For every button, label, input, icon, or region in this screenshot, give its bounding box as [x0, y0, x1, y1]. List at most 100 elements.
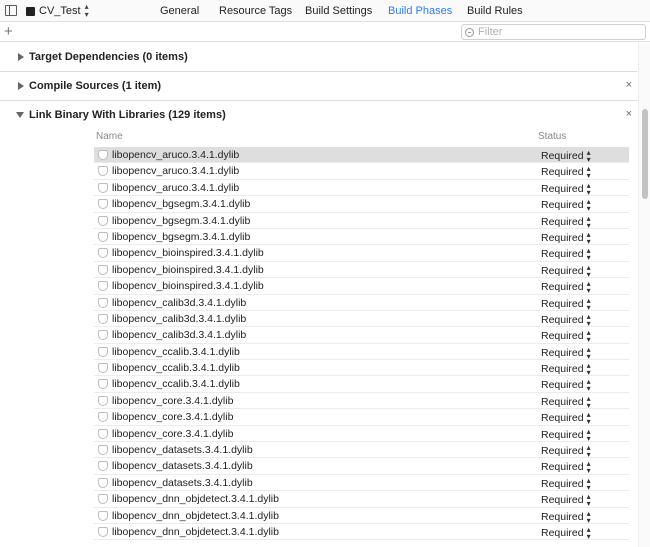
- table-row[interactable]: libopencv_bioinspired.3.4.1.dylib Require…: [94, 278, 629, 296]
- library-icon: [98, 477, 108, 488]
- table-row[interactable]: libopencv_aruco.3.4.1.dylib Required ▴ ▾: [94, 163, 629, 180]
- tab-general[interactable]: General: [160, 5, 199, 17]
- library-name: libopencv_calib3d.3.4.1.dylib: [112, 312, 247, 325]
- status-popup[interactable]: Required ▴ ▾: [541, 476, 591, 491]
- status-popup[interactable]: Required ▴ ▾: [541, 149, 591, 164]
- library-icon: [98, 395, 108, 406]
- table-row[interactable]: libopencv_datasets.3.4.1.dylib Required ▴ ▾: [94, 442, 629, 459]
- table-row[interactable]: libopencv_ccalib.3.4.1.dylib Required ▴ ▾: [94, 360, 629, 378]
- tab-resource-tags[interactable]: Resource Tags: [219, 5, 292, 17]
- scrollbar-thumb[interactable]: [642, 109, 648, 199]
- table-row[interactable]: libopencv_core.3.4.1.dylib Required ▴ ▾: [94, 409, 629, 426]
- library-icon: [98, 428, 108, 439]
- table-row[interactable]: libopencv_aruco.3.4.1.dylib Required ▴ ▾: [94, 147, 629, 164]
- status-popup[interactable]: Required ▴ ▾: [541, 328, 591, 345]
- chevron-updown-icon: ▴ ▾: [586, 328, 591, 345]
- library-icon: [98, 248, 108, 259]
- column-header-status[interactable]: Status: [538, 131, 566, 142]
- vertical-scrollbar[interactable]: [638, 43, 650, 547]
- library-icon: [98, 313, 108, 324]
- chevron-updown-icon: ▴ ▾: [586, 508, 591, 525]
- status-popup[interactable]: Required ▴ ▾: [541, 165, 591, 180]
- status-label: Required: [541, 281, 584, 294]
- table-row[interactable]: libopencv_core.3.4.1.dylib Required ▴ ▾: [94, 393, 629, 409]
- status-popup[interactable]: Required ▴ ▾: [541, 492, 591, 509]
- table-row[interactable]: libopencv_dnn_objdetect.3.4.1.dylib Requi…: [94, 508, 629, 524]
- disclosure-triangle-icon[interactable]: [18, 82, 24, 90]
- library-icon: [98, 199, 108, 210]
- status-popup[interactable]: Required ▴ ▾: [541, 411, 591, 426]
- table-row[interactable]: libopencv_bioinspired.3.4.1.dylib Require…: [94, 245, 629, 262]
- table-row[interactable]: libopencv_ccalib.3.4.1.dylib Required ▴ ▾: [94, 376, 629, 393]
- delete-phase-icon[interactable]: ×: [626, 108, 632, 120]
- library-name: libopencv_core.3.4.1.dylib: [112, 427, 234, 440]
- status-popup[interactable]: Required ▴ ▾: [541, 345, 591, 360]
- library-icon: [98, 379, 108, 390]
- status-label: Required: [541, 346, 584, 359]
- table-row[interactable]: libopencv_bgsegm.3.4.1.dylib Required ▴ ▾: [94, 229, 629, 245]
- status-popup[interactable]: Required ▴ ▾: [541, 247, 591, 262]
- library-name: libopencv_aruco.3.4.1.dylib: [112, 181, 240, 194]
- status-popup[interactable]: Required ▴ ▾: [541, 444, 591, 459]
- status-popup[interactable]: Required ▴ ▾: [541, 198, 591, 213]
- library-icon: [98, 182, 108, 193]
- table-row[interactable]: libopencv_core.3.4.1.dylib Required ▴ ▾: [94, 426, 629, 442]
- table-row[interactable]: libopencv_bgsegm.3.4.1.dylib Required ▴ ▾: [94, 213, 629, 229]
- table-row[interactable]: libopencv_calib3d.3.4.1.dylib Required ▴ ▾: [94, 311, 629, 327]
- status-popup[interactable]: Required ▴ ▾: [541, 394, 591, 409]
- library-name: libopencv_bioinspired.3.4.1.dylib: [112, 263, 264, 276]
- status-popup[interactable]: Required ▴ ▾: [541, 361, 591, 378]
- chevron-updown-icon: ▴ ▾: [586, 426, 591, 443]
- library-icon: [98, 346, 108, 357]
- filter-field[interactable]: [461, 24, 646, 40]
- disclosure-triangle-icon[interactable]: [16, 112, 24, 118]
- table-row[interactable]: libopencv_ccalib.3.4.1.dylib Required ▴ ▾: [94, 344, 629, 360]
- phase-header-target-dependencies[interactable]: Target Dependencies (0 items): [0, 43, 637, 72]
- library-name: libopencv_datasets.3.4.1.dylib: [112, 476, 253, 489]
- chevron-updown-icon: ▴ ▾: [586, 279, 591, 296]
- library-icon: [98, 215, 108, 226]
- status-popup[interactable]: Required ▴ ▾: [541, 230, 591, 245]
- table-row[interactable]: libopencv_calib3d.3.4.1.dylib Required ▴ ▾: [94, 295, 629, 311]
- status-popup[interactable]: Required ▴ ▾: [541, 378, 591, 393]
- table-row[interactable]: libopencv_datasets.3.4.1.dylib Required ▴ ▾: [94, 458, 629, 475]
- table-row[interactable]: libopencv_aruco.3.4.1.dylib Required ▴ ▾: [94, 180, 629, 196]
- disclosure-triangle-icon[interactable]: [18, 53, 24, 61]
- status-popup[interactable]: Required ▴ ▾: [541, 426, 591, 443]
- library-icon: [98, 363, 108, 374]
- status-popup[interactable]: Required ▴ ▾: [541, 460, 591, 475]
- status-popup[interactable]: Required ▴ ▾: [541, 263, 591, 278]
- tab-build-settings[interactable]: Build Settings: [305, 5, 372, 17]
- status-label: Required: [541, 199, 584, 212]
- status-label: Required: [541, 264, 584, 277]
- tab-build-rules[interactable]: Build Rules: [467, 5, 523, 17]
- delete-phase-icon[interactable]: ×: [626, 79, 632, 91]
- status-popup[interactable]: Required ▴ ▾: [541, 312, 591, 327]
- status-label: Required: [541, 150, 584, 162]
- table-row[interactable]: libopencv_bgsegm.3.4.1.dylib Required ▴ ▾: [94, 196, 629, 213]
- table-row[interactable]: libopencv_dnn_objdetect.3.4.1.dylib Requi…: [94, 491, 629, 509]
- add-phase-button[interactable]: +: [4, 23, 13, 40]
- status-popup[interactable]: Required ▴ ▾: [541, 508, 591, 525]
- tab-build-phases[interactable]: Build Phases: [388, 5, 452, 17]
- library-name: libopencv_aruco.3.4.1.dylib: [112, 165, 240, 178]
- chevron-updown-icon: ▴ ▾: [586, 361, 591, 378]
- table-row[interactable]: libopencv_datasets.3.4.1.dylib Required ▴ ▾: [94, 475, 629, 491]
- filter-input[interactable]: [478, 26, 638, 38]
- chevron-updown-icon: ▴ ▾: [586, 492, 591, 509]
- status-popup[interactable]: Required ▴ ▾: [541, 296, 591, 311]
- library-icon: [98, 445, 108, 456]
- status-popup[interactable]: Required ▴ ▾: [541, 214, 591, 229]
- status-popup[interactable]: Required ▴ ▾: [541, 279, 591, 296]
- status-label: Required: [541, 182, 584, 195]
- library-icon: [98, 494, 108, 505]
- table-row[interactable]: libopencv_bioinspired.3.4.1.dylib Require…: [94, 262, 629, 278]
- phase-header-link-binary[interactable]: Link Binary With Libraries (129 items) ×: [0, 101, 637, 130]
- table-row[interactable]: libopencv_dnn_objdetect.3.4.1.dylib Requi…: [94, 524, 629, 540]
- status-popup[interactable]: Required ▴ ▾: [541, 525, 591, 540]
- status-popup[interactable]: Required ▴ ▾: [541, 181, 591, 196]
- table-row[interactable]: libopencv_calib3d.3.4.1.dylib Required ▴ ▾: [94, 327, 629, 345]
- column-header-name[interactable]: Name: [96, 131, 123, 142]
- phase-toolbar: +: [0, 22, 650, 42]
- phase-header-compile-sources[interactable]: Compile Sources (1 item) ×: [0, 72, 637, 101]
